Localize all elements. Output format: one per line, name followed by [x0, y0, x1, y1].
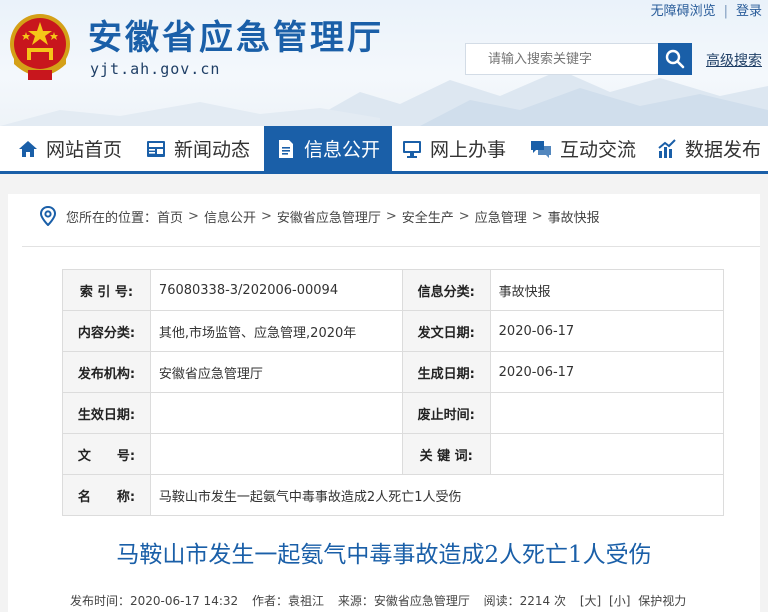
nav-item-home[interactable]: 网站首页: [18, 126, 122, 171]
search-icon: [665, 49, 685, 69]
breadcrumb-separator: >: [531, 208, 543, 224]
eye-care-button[interactable]: 保护视力: [638, 592, 686, 609]
breadcrumb-item-home[interactable]: 首页: [157, 207, 183, 226]
article-source: 来源：安徽省应急管理厅: [337, 594, 470, 608]
breadcrumb-item-info-disclosure[interactable]: 信息公开: [204, 207, 256, 226]
breadcrumb-separator: >: [188, 208, 199, 224]
main-nav: 网站首页 新闻动态 信息公开 网上办事 互动交流 数据发布: [0, 126, 768, 174]
national-emblem-icon: [10, 14, 70, 80]
meta-label: 发文日期:: [401, 310, 491, 352]
search-input[interactable]: [465, 43, 659, 75]
meta-value: 2020-06-17: [489, 351, 725, 393]
meta-label: 废止时间:: [401, 392, 491, 434]
table-row: 名 称: 马鞍山市发生一起氨气中毒事故造成2人死亡1人受伤: [62, 474, 725, 516]
site-header: 安徽省应急管理厅 yjt.ah.gov.cn 无障碍浏览 | 登录 高级搜索: [0, 0, 768, 126]
news-icon: [147, 140, 165, 157]
breadcrumb-prefix: 您所在的位置：: [66, 210, 158, 226]
nav-item-data-release[interactable]: 数据发布: [657, 126, 761, 171]
font-small-button[interactable]: [小]: [609, 592, 630, 609]
site-domain: yjt.ah.gov.cn: [90, 60, 221, 78]
breadcrumb-item-safety[interactable]: 安全生产: [402, 207, 454, 226]
font-large-button[interactable]: [大]: [580, 592, 601, 609]
meta-label: 生成日期:: [401, 351, 491, 393]
login-link[interactable]: 登录: [736, 0, 762, 19]
home-icon: [19, 140, 37, 157]
nav-item-info-disclosure[interactable]: 信息公开: [264, 126, 392, 171]
nav-item-label: 新闻动态: [174, 139, 251, 161]
search-button[interactable]: [658, 43, 692, 75]
breadcrumb-item-department[interactable]: 安徽省应急管理厅: [277, 207, 381, 226]
meta-value: [149, 433, 403, 475]
document-icon: [279, 139, 293, 158]
meta-value: [489, 392, 725, 434]
breadcrumb-divider: [22, 246, 760, 247]
location-pin-icon: [39, 206, 57, 226]
accessibility-link[interactable]: 无障碍浏览: [651, 0, 716, 19]
publish-time: 发布时间：2020-06-17 14:32: [70, 594, 239, 608]
meta-value: 76080338-3/202006-00094: [149, 269, 403, 311]
meta-value: [149, 392, 403, 434]
article-meta: 发布时间：2020-06-17 14:32 作者：袁祖江 来源：安徽省应急管理厅…: [70, 592, 690, 609]
meta-value: 事故快报: [489, 269, 725, 311]
chart-icon: [658, 138, 676, 158]
meta-label: 文 号:: [62, 433, 151, 475]
nav-item-label: 数据发布: [685, 139, 762, 161]
meta-value: 安徽省应急管理厅: [149, 351, 403, 393]
advanced-search-link[interactable]: 高级搜索: [706, 50, 762, 70]
meta-label: 名 称:: [62, 474, 151, 516]
nav-item-label: 网上办事: [430, 139, 507, 161]
nav-item-label: 信息公开: [304, 139, 381, 161]
nav-item-news[interactable]: 新闻动态: [146, 126, 250, 171]
breadcrumb-separator: >: [385, 208, 397, 224]
meta-label: 关 键 词:: [401, 433, 491, 475]
meta-value: 其他,市场监管、应急管理,2020年: [149, 310, 403, 352]
document-metadata-table: 索 引 号: 76080338-3/202006-00094 信息分类: 事故快…: [62, 269, 725, 516]
meta-label: 生效日期:: [62, 392, 151, 434]
breadcrumb-item-emergency[interactable]: 应急管理: [475, 207, 527, 226]
nav-item-interaction[interactable]: 互动交流: [530, 126, 636, 171]
meta-label: 内容分类:: [62, 310, 151, 352]
table-row: 索 引 号: 76080338-3/202006-00094 信息分类: 事故快…: [62, 269, 725, 311]
monitor-icon: [403, 140, 421, 158]
meta-value: [489, 433, 725, 475]
article-author: 作者：袁祖江: [251, 594, 324, 608]
top-links-divider: |: [723, 4, 728, 19]
table-row: 文 号: 关 键 词:: [62, 433, 725, 475]
meta-label: 信息分类:: [401, 269, 491, 311]
meta-value: 马鞍山市发生一起氨气中毒事故造成2人死亡1人受伤: [149, 474, 725, 516]
breadcrumb-separator: >: [260, 208, 272, 224]
breadcrumb-separator: >: [458, 208, 470, 224]
breadcrumb-item-accident-report[interactable]: 事故快报: [548, 207, 600, 226]
table-row: 内容分类: 其他,市场监管、应急管理,2020年 发文日期: 2020-06-1…: [62, 310, 725, 352]
nav-item-label: 互动交流: [560, 139, 637, 161]
nav-item-online-services[interactable]: 网上办事: [402, 126, 506, 171]
site-title: 安徽省应急管理厅: [88, 18, 384, 58]
nav-item-label: 网站首页: [46, 139, 123, 161]
meta-label: 索 引 号:: [62, 269, 151, 311]
table-row: 生效日期: 废止时间:: [62, 392, 725, 434]
article-title: 马鞍山市发生一起氨气中毒事故造成2人死亡1人受伤: [116, 542, 652, 568]
read-count: 阅读：2214 次: [483, 594, 567, 608]
table-row: 发布机构: 安徽省应急管理厅 生成日期: 2020-06-17: [62, 351, 725, 393]
top-links: 无障碍浏览 | 登录: [651, 0, 762, 19]
meta-value: 2020-06-17: [489, 310, 725, 352]
meta-label: 发布机构:: [62, 351, 151, 393]
chat-icon: [531, 140, 551, 158]
breadcrumb: 您所在的位置： 首页 > 信息公开 > 安徽省应急管理厅 > 安全生产 > 应急…: [38, 206, 600, 226]
